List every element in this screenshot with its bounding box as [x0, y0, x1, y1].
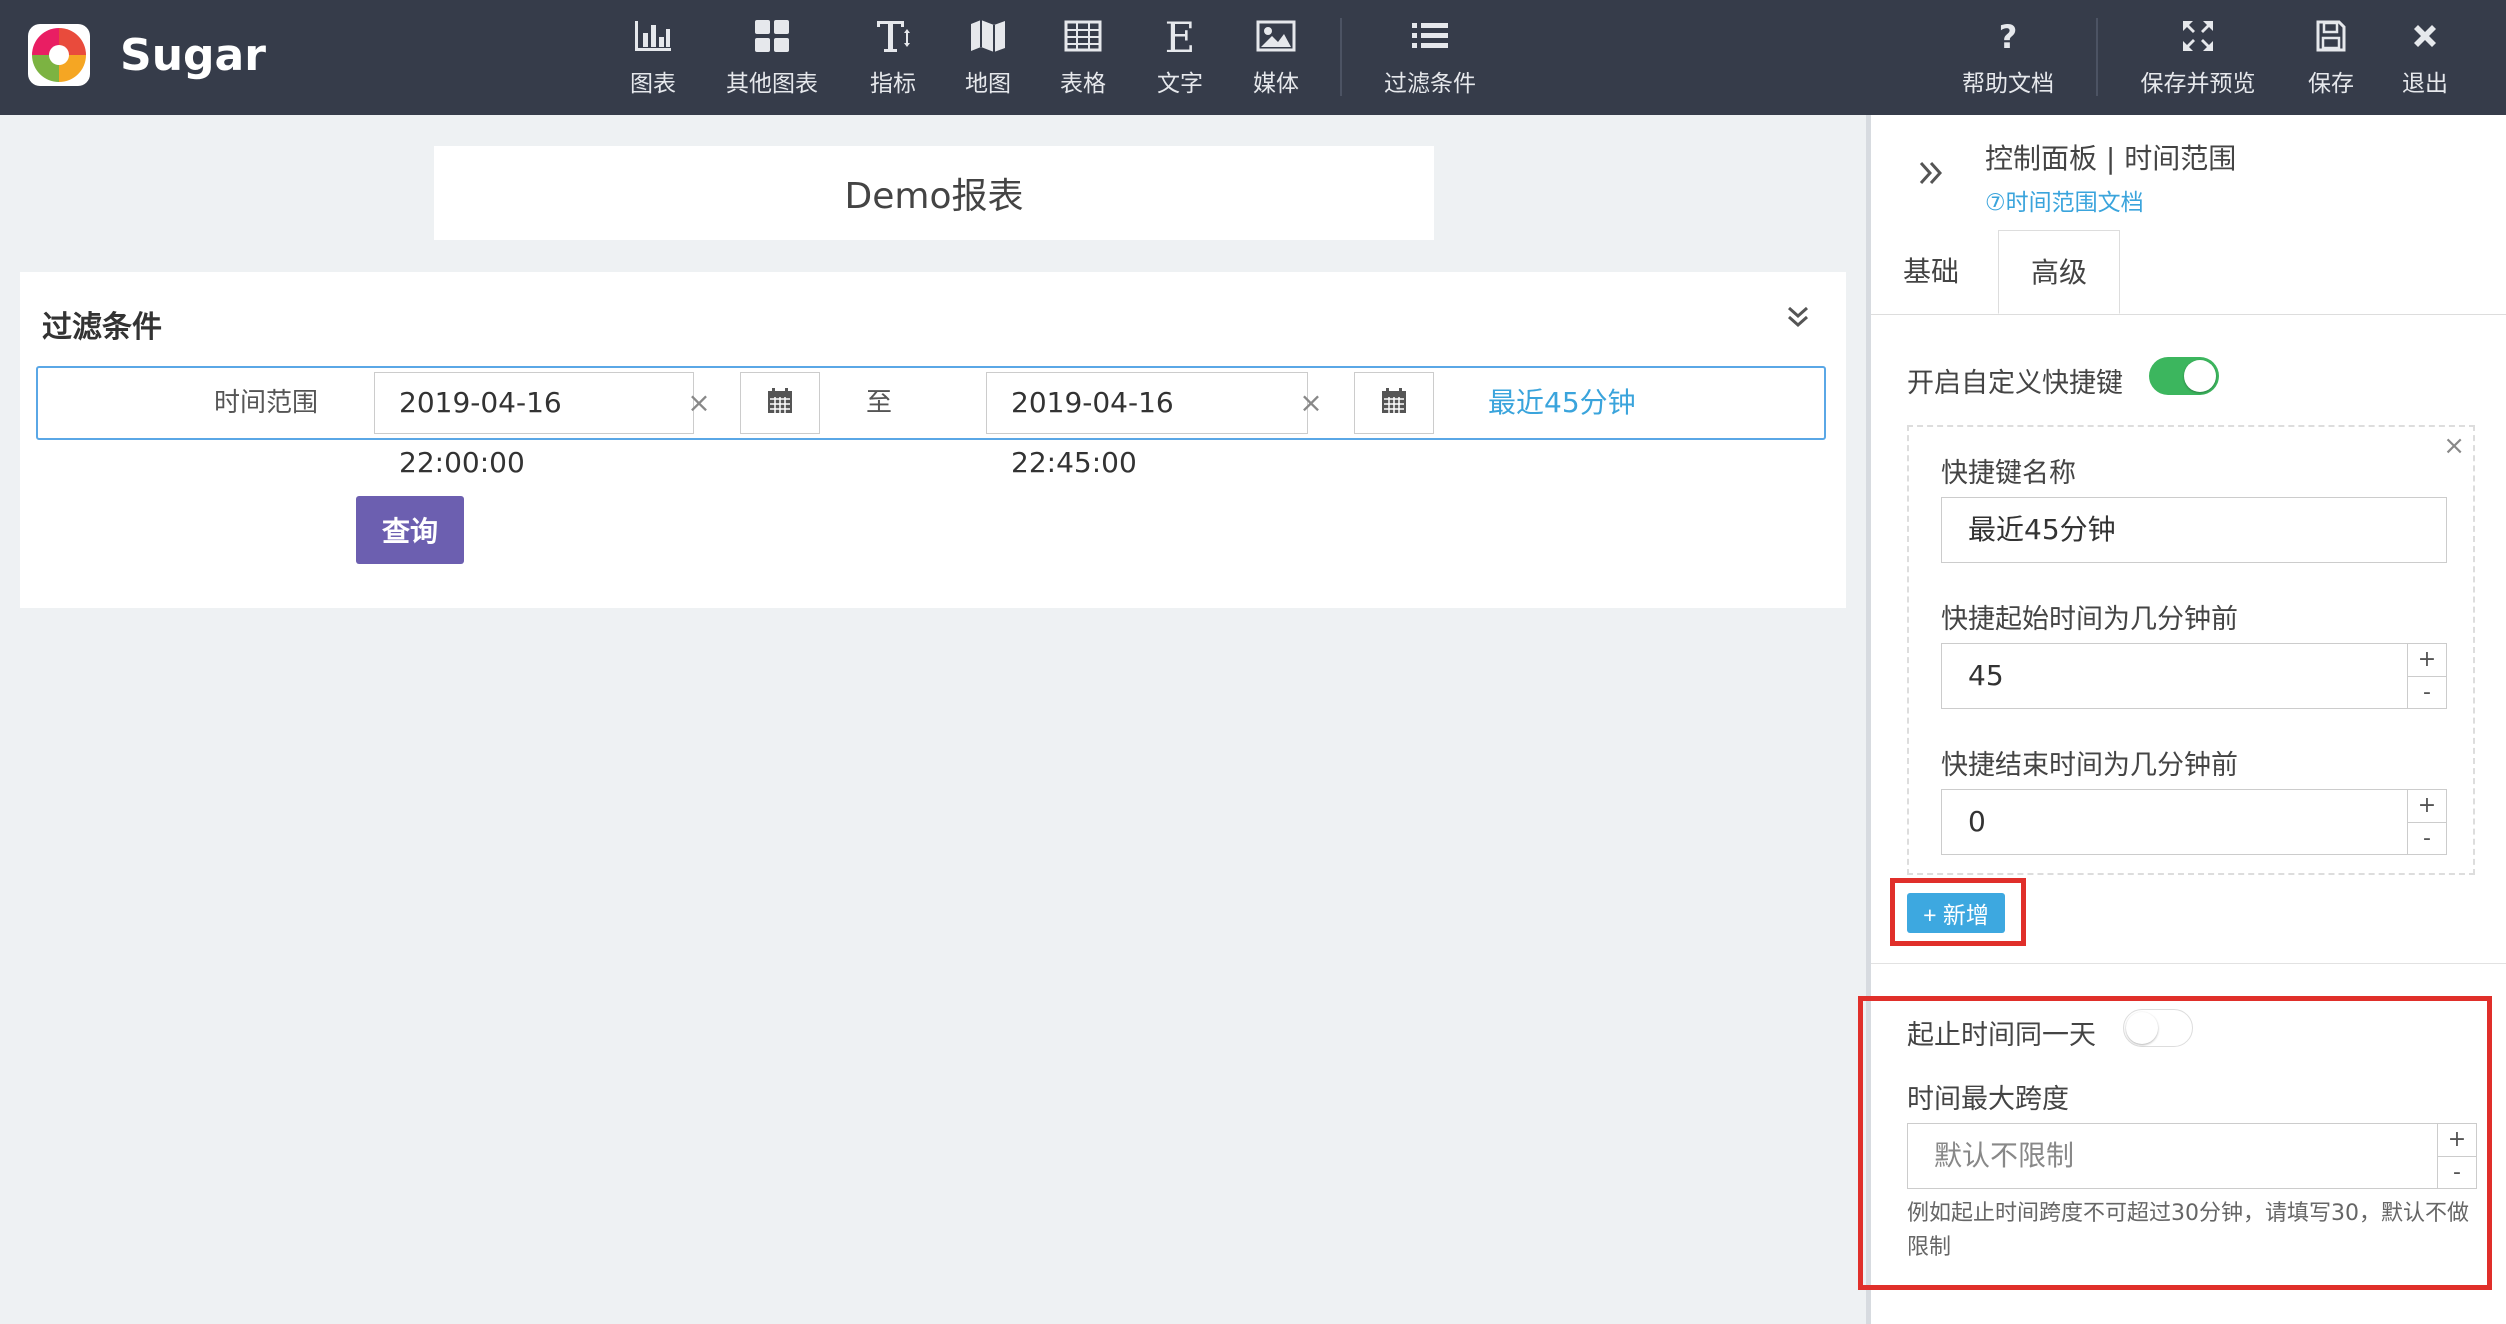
toolbar-metric-button[interactable]: 指标 [860, 14, 926, 104]
shortcut-name-input[interactable]: 最近45分钟 [1941, 497, 2447, 563]
max-span-hint: 例如起止时间跨度不可超过30分钟，请填写30，默认不做限制 [1907, 1201, 2469, 1260]
top-toolbar: Sugar 图表 其他图表 指标 地图 表格 E 文字 媒体 过滤条件 ? 帮助… [0, 0, 2506, 115]
decrement-button[interactable]: - [2438, 1156, 2476, 1189]
control-panel: 控制面板 | 时间范围 ⑦时间范围文档 基础 高级 开启自定义快捷键 × 快捷键… [1866, 115, 2506, 1324]
toolbar-help-button[interactable]: ? 帮助文档 [1958, 14, 2058, 104]
toolbar-save-preview-button[interactable]: 保存并预览 [2136, 14, 2260, 104]
shortcut-start-stepper[interactable]: + - [2407, 643, 2447, 709]
double-chevron-down-icon[interactable] [1784, 302, 1812, 332]
toolbar-filter-button[interactable]: 过滤条件 [1380, 14, 1480, 104]
floppy-icon [2309, 14, 2353, 58]
remove-shortcut-icon[interactable]: × [2443, 431, 2465, 461]
max-span-stepper[interactable]: + - [2437, 1123, 2477, 1189]
close-icon [2403, 14, 2447, 58]
start-clear-icon[interactable]: × [684, 372, 714, 434]
filter-panel[interactable]: 过滤条件 时间范围 2019-04-16 22:00:00 × 至 2019-0… [20, 272, 1846, 608]
map-icon [966, 14, 1010, 58]
toolbar-map-button[interactable]: 地图 [955, 14, 1021, 104]
custom-shortcut-toggle[interactable] [2149, 357, 2219, 395]
time-range-doc-link[interactable]: ⑦时间范围文档 [1985, 183, 2144, 217]
list-icon [1408, 14, 1452, 58]
same-day-label: 起止时间同一天 [1907, 1020, 2096, 1051]
max-span-input[interactable]: 默认不限制 [1907, 1123, 2439, 1189]
increment-button[interactable]: + [2408, 790, 2446, 822]
text-height-icon [871, 14, 915, 58]
shortcut-end-stepper[interactable]: + - [2407, 789, 2447, 855]
filter-panel-title: 过滤条件 [42, 310, 162, 345]
calendar-icon [766, 387, 794, 419]
shortcut-start-input[interactable]: 45 [1941, 643, 2409, 709]
double-chevron-right-icon[interactable] [1915, 157, 1947, 189]
increment-button[interactable]: + [2408, 644, 2446, 676]
toolbar-text-button[interactable]: E 文字 [1147, 14, 1213, 104]
toolbar-table-button[interactable]: 表格 [1050, 14, 1116, 104]
shortcut-end-input[interactable]: 0 [1941, 789, 2409, 855]
add-shortcut-button[interactable]: + 新增 [1907, 893, 2005, 933]
time-range-filter[interactable]: 时间范围 2019-04-16 22:00:00 × 至 2019-04-16 … [36, 366, 1826, 479]
end-calendar-button[interactable] [1354, 372, 1434, 434]
tab-basic[interactable]: 基础 [1871, 230, 1991, 314]
grid-icon [750, 14, 794, 58]
table-icon [1061, 14, 1105, 58]
custom-shortcut-label: 开启自定义快捷键 [1907, 368, 2123, 399]
decrement-button[interactable]: - [2408, 676, 2446, 709]
range-to-label: 至 [866, 388, 893, 418]
toolbar-divider [2096, 18, 2098, 96]
calendar-icon [1380, 387, 1408, 419]
toolbar-chart-button[interactable]: 图表 [620, 14, 686, 104]
toolbar-exit-button[interactable]: 退出 [2392, 14, 2458, 104]
app-name: Sugar [120, 30, 266, 81]
sugar-logo-icon [28, 24, 90, 86]
svg-text:E: E [1165, 16, 1196, 56]
start-datetime-input[interactable]: 2019-04-16 22:00:00 [374, 372, 694, 479]
start-calendar-button[interactable] [740, 372, 820, 434]
report-title[interactable]: Demo报表 [434, 146, 1434, 240]
bar-chart-icon [631, 14, 675, 58]
decrement-button[interactable]: - [2408, 822, 2446, 855]
end-clear-icon[interactable]: × [1296, 372, 1326, 434]
same-day-toggle[interactable] [2123, 1009, 2193, 1047]
expand-icon [2176, 14, 2220, 58]
panel-title: 控制面板 | 时间范围 [1985, 142, 2237, 175]
svg-text:?: ? [1999, 18, 2018, 54]
question-icon: ? [1986, 14, 2030, 58]
max-span-label: 时间最大跨度 [1907, 1084, 2069, 1115]
end-datetime-input[interactable]: 2019-04-16 22:45:00 [986, 372, 1308, 479]
toolbar-divider [1340, 18, 1342, 96]
toolbar-media-button[interactable]: 媒体 [1243, 14, 1309, 104]
toolbar-other-charts-button[interactable]: 其他图表 [722, 14, 822, 104]
image-icon [1254, 14, 1298, 58]
tab-advanced[interactable]: 高级 [1998, 230, 2120, 314]
increment-button[interactable]: + [2438, 1124, 2476, 1156]
query-button[interactable]: 查询 [356, 496, 464, 564]
shortcut-recent-45min-link[interactable]: 最近45分钟 [1488, 368, 1636, 438]
panel-divider [1871, 963, 2506, 964]
text-e-icon: E [1158, 14, 1202, 58]
shortcut-start-label: 快捷起始时间为几分钟前 [1941, 604, 2238, 635]
shortcut-name-label: 快捷键名称 [1941, 458, 2076, 489]
time-range-label: 时间范围 [214, 388, 319, 418]
toolbar-save-button[interactable]: 保存 [2298, 14, 2364, 104]
panel-tabs: 基础 高级 [1871, 230, 2506, 315]
shortcut-end-label: 快捷结束时间为几分钟前 [1941, 750, 2238, 781]
shortcut-config-card: × 快捷键名称 最近45分钟 快捷起始时间为几分钟前 45 + - 快捷结束时间… [1907, 425, 2475, 875]
